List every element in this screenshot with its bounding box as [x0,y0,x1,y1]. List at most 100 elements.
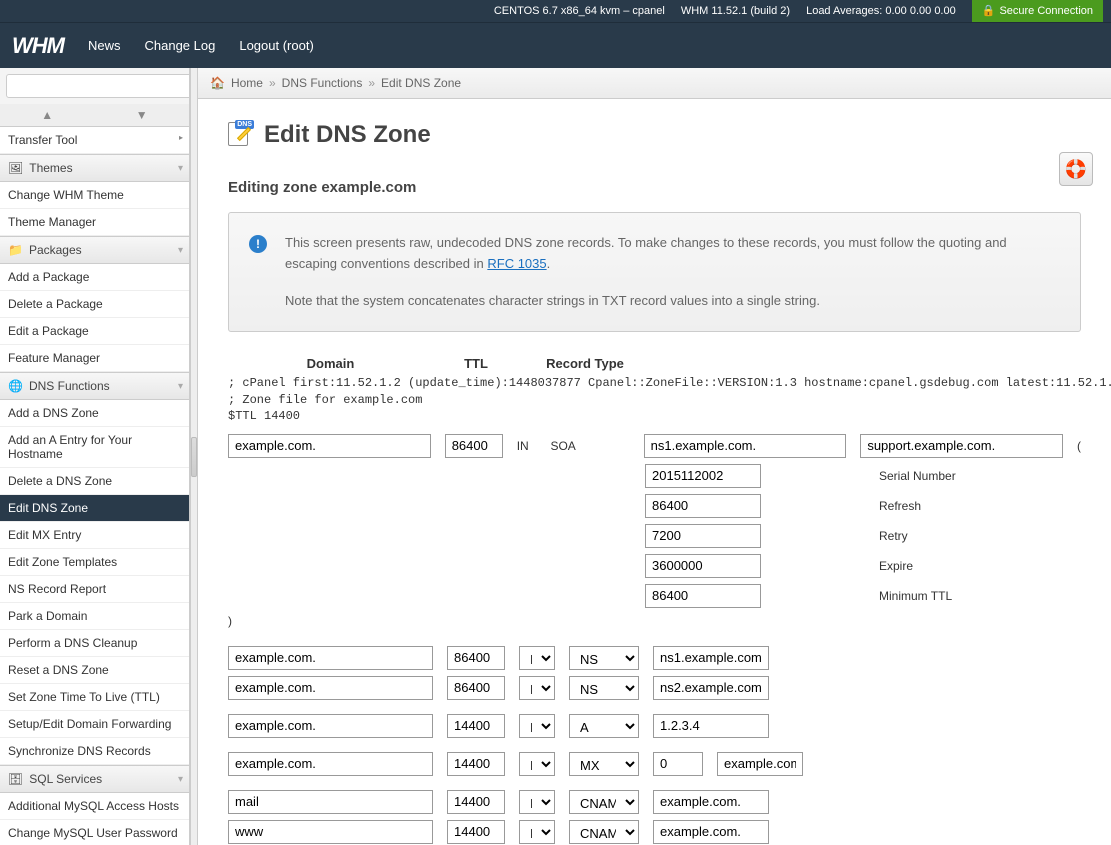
record-domain-input[interactable] [228,714,433,738]
top-status-bar: CENTOS 6.7 x86_64 kvm – cpanel WHM 11.52… [0,0,1111,22]
sidebar-item[interactable]: Delete a Package [0,291,189,318]
soa-refresh-input[interactable] [645,494,761,518]
chevron-down-icon: ▾ [178,245,183,256]
sidebar-header[interactable]: 📁Packages▾ [0,236,189,264]
sidebar-item[interactable]: Change WHM Theme [0,182,189,209]
record-class-select[interactable]: IN [519,820,555,844]
dns-column-headers: Domain TTL Record Type [228,356,1081,371]
record-ttl-input[interactable] [447,790,505,814]
soa-retry-label: Retry [879,529,908,543]
record-domain-input[interactable] [228,752,433,776]
section-label: SQL Services [29,772,102,786]
record-domain-input[interactable] [228,790,433,814]
soa-retry-input[interactable] [645,524,761,548]
sidebar-item[interactable]: Setup/Edit Domain Forwarding [0,711,189,738]
record-type-select[interactable]: CNAME [569,820,639,844]
record-value-input[interactable] [653,714,769,738]
record-domain-input[interactable] [228,676,433,700]
record-class-select[interactable]: IN [519,714,555,738]
soa-paren-close: ) [228,614,232,628]
record-domain-input[interactable] [228,646,433,670]
sidebar-search-input[interactable] [6,74,190,98]
sidebar-item[interactable]: Edit DNS Zone [0,495,189,522]
record-domain-input[interactable] [228,820,433,844]
chevron-down-icon: ▾ [178,163,183,174]
dns-record-row: IN CNAME [228,820,1081,844]
nav-logout[interactable]: Logout (root) [239,38,313,53]
section-label: Themes [29,161,72,175]
nav-changelog[interactable]: Change Log [145,38,216,53]
record-ttl-input[interactable] [447,752,505,776]
sidebar-item[interactable]: Set Zone Time To Live (TTL) [0,684,189,711]
os-info: CENTOS 6.7 x86_64 kvm – cpanel [494,0,665,22]
collapse-up-icon[interactable]: ▲ [0,104,95,126]
record-ttl-input[interactable] [447,820,505,844]
sidebar-item[interactable]: Feature Manager [0,345,189,372]
breadcrumb-category[interactable]: DNS Functions [282,76,363,90]
rfc-1035-link[interactable]: RFC 1035 [487,256,546,271]
record-value-input[interactable] [653,646,769,670]
sidebar-item[interactable]: Synchronize DNS Records [0,738,189,765]
section-icon: 🗄 [8,772,23,786]
soa-expire-input[interactable] [645,554,761,578]
sidebar-item[interactable]: Change MySQL User Password [0,820,189,845]
record-type-select[interactable]: MX [569,752,639,776]
splitter[interactable] [190,68,198,845]
record-ttl-input[interactable] [447,714,505,738]
record-type-select[interactable]: NS [569,646,639,670]
record-type-select[interactable]: A [569,714,639,738]
soa-class-label: IN [517,439,537,453]
whm-logo[interactable]: WHM [12,33,64,59]
sidebar-item[interactable]: Add a Package [0,264,189,291]
main-nav: WHM News Change Log Logout (root) [0,22,1111,68]
record-value-input[interactable] [653,820,769,844]
sidebar-item[interactable]: Edit a Package [0,318,189,345]
record-ttl-input[interactable] [447,676,505,700]
sidebar-header[interactable]: 🌐DNS Functions▾ [0,372,189,400]
record-type-select[interactable]: NS [569,676,639,700]
sidebar-item[interactable]: Edit Zone Templates [0,549,189,576]
section-icon: 🌐 [8,379,23,393]
record-value-input[interactable] [653,676,769,700]
section-icon: 🖼 [8,161,23,175]
soa-domain-input[interactable] [228,434,431,458]
sidebar-item[interactable]: Add an A Entry for Your Hostname [0,427,189,468]
record-type-select[interactable]: CNAME [569,790,639,814]
breadcrumb-home[interactable]: Home [231,76,263,90]
sidebar-item[interactable]: Edit MX Entry [0,522,189,549]
sidebar-item[interactable]: Perform a DNS Cleanup [0,630,189,657]
sidebar-item[interactable]: Park a Domain [0,603,189,630]
record-ttl-input[interactable] [447,646,505,670]
sidebar-item[interactable]: Add a DNS Zone [0,400,189,427]
page-title: Edit DNS Zone [264,121,431,149]
nav-news[interactable]: News [88,38,121,53]
record-class-select[interactable]: IN [519,752,555,776]
sidebar-item[interactable]: Transfer Tool [0,127,189,154]
record-class-select[interactable]: IN [519,676,555,700]
splitter-grip-icon[interactable] [191,437,197,477]
record-class-select[interactable]: IN [519,790,555,814]
sidebar-item[interactable]: NS Record Report [0,576,189,603]
help-button[interactable]: 🛟 [1059,152,1093,186]
sidebar-item[interactable]: Theme Manager [0,209,189,236]
record-priority-input[interactable] [653,752,703,776]
col-domain: Domain [228,356,433,371]
soa-ttl-input[interactable] [445,434,503,458]
soa-ns-input[interactable] [644,434,847,458]
soa-expire-label: Expire [879,559,913,573]
sidebar-item[interactable]: Delete a DNS Zone [0,468,189,495]
info-icon: ! [249,235,267,253]
soa-serial-input[interactable] [645,464,761,488]
sidebar-header[interactable]: 🖼 Themes ▾ [0,154,189,182]
record-class-select[interactable]: IN [519,646,555,670]
record-value-input[interactable] [717,752,803,776]
edit-dns-zone-icon: DNS [228,122,254,148]
collapse-down-icon[interactable]: ▼ [95,104,190,126]
sidebar-item[interactable]: Reset a DNS Zone [0,657,189,684]
soa-minttl-input[interactable] [645,584,761,608]
sidebar-header[interactable]: 🗄SQL Services▾ [0,765,189,793]
record-value-input[interactable] [653,790,769,814]
sidebar-item[interactable]: Additional MySQL Access Hosts [0,793,189,820]
soa-email-input[interactable] [860,434,1063,458]
home-icon: 🏠 [210,76,225,90]
